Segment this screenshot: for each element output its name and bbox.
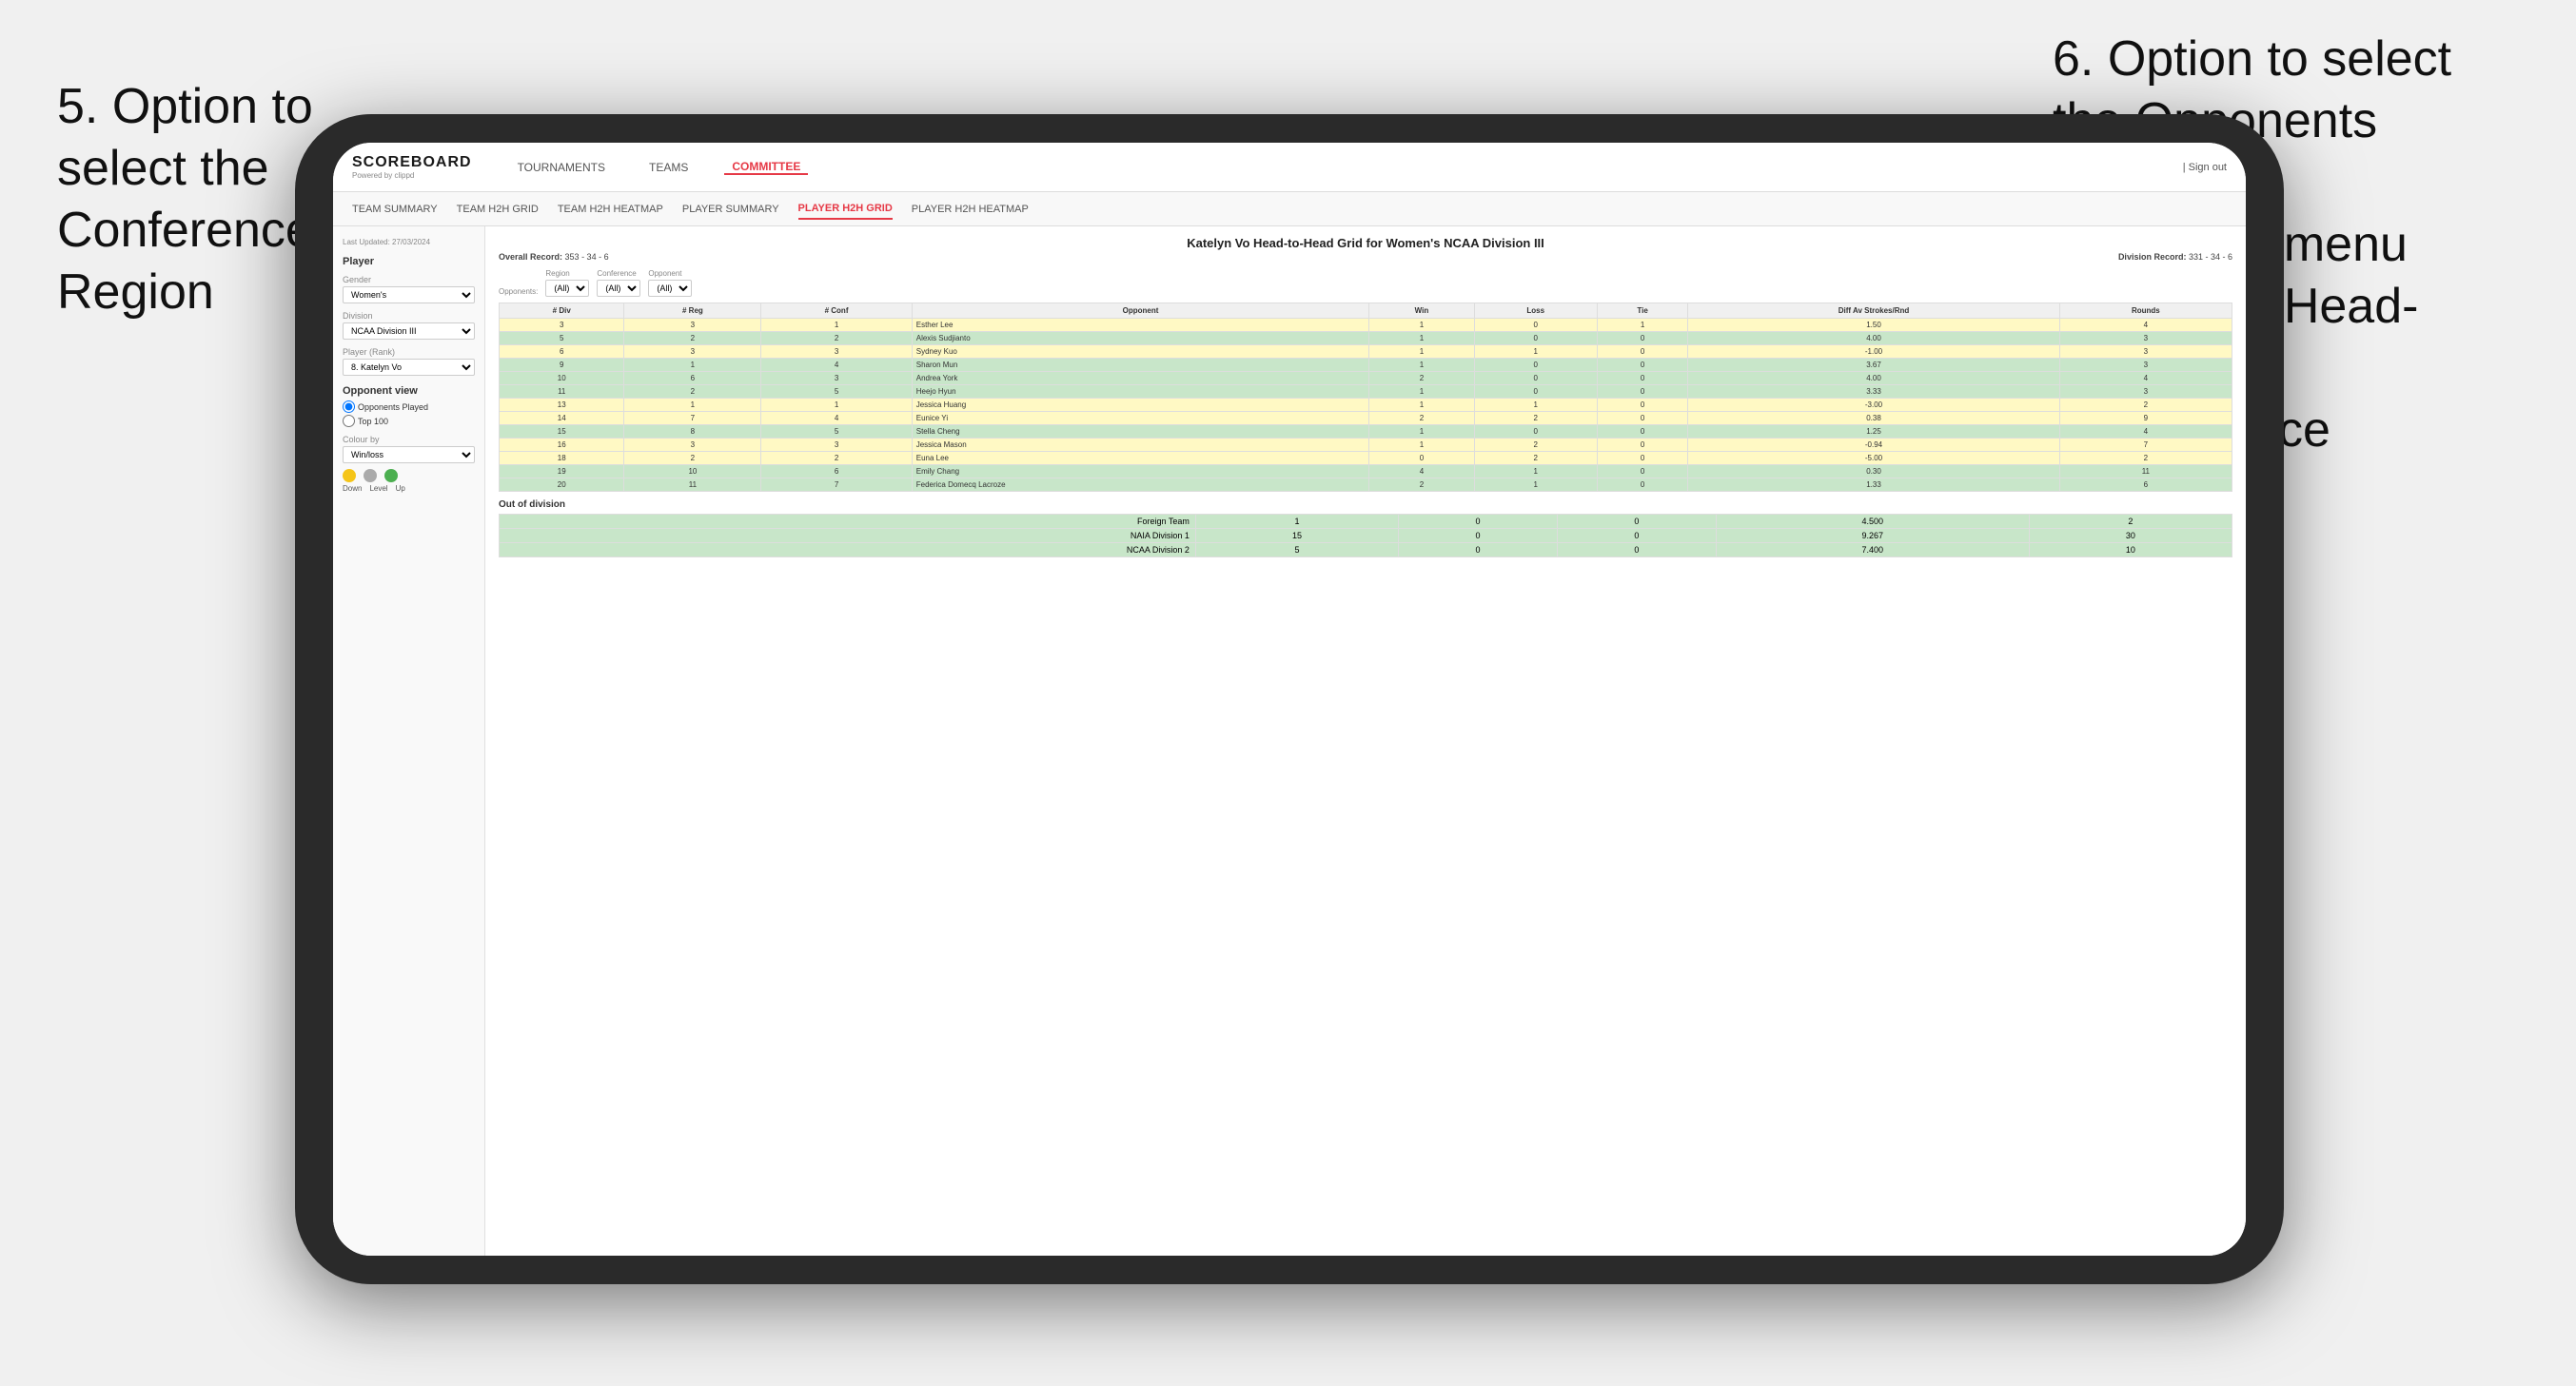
- table-row: 15 8 5 Stella Cheng 1 0 0 1.25 4: [500, 425, 2232, 439]
- gender-select[interactable]: Women's: [343, 286, 475, 303]
- th-div: # Div: [500, 303, 624, 319]
- table-row: 16 3 3 Jessica Mason 1 2 0 -0.94 7: [500, 439, 2232, 452]
- main-content: Last Updated: 27/03/2024 Player Gender W…: [333, 226, 2246, 1256]
- subnav-team-summary[interactable]: TEAM SUMMARY: [352, 200, 438, 219]
- page-title: Katelyn Vo Head-to-Head Grid for Women's…: [499, 236, 2232, 250]
- circle-down: [343, 469, 356, 482]
- player-section-title: Player: [343, 256, 475, 267]
- logo-sub: Powered by clippd: [352, 171, 472, 180]
- records-row: Overall Record: 353 - 34 - 6 Division Re…: [499, 252, 2232, 262]
- th-loss: Loss: [1474, 303, 1597, 319]
- nav-tournaments[interactable]: TOURNAMENTS: [510, 161, 613, 174]
- opponents-label-group: Opponents:: [499, 287, 538, 297]
- filter-row: Opponents: Region (All) Conference (All): [499, 269, 2232, 297]
- table-row: 9 1 4 Sharon Mun 1 0 0 3.67 3: [500, 359, 2232, 372]
- table-row: 13 1 1 Jessica Huang 1 1 0 -3.00 2: [500, 399, 2232, 412]
- table-row: 18 2 2 Euna Lee 0 2 0 -5.00 2: [500, 452, 2232, 465]
- table-row: 10 6 3 Andrea York 2 0 0 4.00 4: [500, 372, 2232, 385]
- app-header: SCOREBOARD Powered by clippd TOURNAMENTS…: [333, 143, 2246, 192]
- tablet-frame: SCOREBOARD Powered by clippd TOURNAMENTS…: [295, 114, 2284, 1284]
- list-item: NAIA Division 1 15 0 0 9.267 30: [500, 529, 2232, 543]
- table-row: 14 7 4 Eunice Yi 2 2 0 0.38 9: [500, 412, 2232, 425]
- circle-level: [364, 469, 377, 482]
- radio-top100[interactable]: Top 100: [343, 415, 475, 427]
- out-division-table: Foreign Team 1 0 0 4.500 2 NAIA Division…: [499, 514, 2232, 557]
- subnav-player-h2h-grid[interactable]: PLAYER H2H GRID: [798, 199, 893, 220]
- division-label: Division: [343, 311, 475, 321]
- th-diff: Diff Av Strokes/Rnd: [1688, 303, 2059, 319]
- th-win: Win: [1369, 303, 1474, 319]
- subnav-player-summary[interactable]: PLAYER SUMMARY: [682, 200, 779, 219]
- opponent-filter-group: Opponent (All): [648, 269, 692, 297]
- list-item: Foreign Team 1 0 0 4.500 2: [500, 515, 2232, 529]
- sub-nav: TEAM SUMMARY TEAM H2H GRID TEAM H2H HEAT…: [333, 192, 2246, 226]
- table-row: 3 3 1 Esther Lee 1 0 1 1.50 4: [500, 319, 2232, 332]
- colour-by-select[interactable]: Win/loss: [343, 446, 475, 463]
- opponents-label: Opponents:: [499, 287, 538, 296]
- logo-area: SCOREBOARD Powered by clippd: [352, 154, 472, 180]
- subnav-player-h2h-heatmap[interactable]: PLAYER H2H HEATMAP: [912, 200, 1029, 219]
- circles-row: [343, 469, 475, 482]
- nav-committee[interactable]: COMMITTEE: [724, 160, 808, 175]
- colour-by-label: Colour by: [343, 435, 475, 444]
- list-item: NCAA Division 2 5 0 0 7.400 10: [500, 543, 2232, 557]
- th-opponent: Opponent: [912, 303, 1369, 319]
- main-table: # Div # Reg # Conf Opponent Win Loss Tie…: [499, 303, 2232, 492]
- opponent-view-label: Opponent view: [343, 385, 475, 397]
- out-division-title: Out of division: [499, 499, 2232, 510]
- sidebar: Last Updated: 27/03/2024 Player Gender W…: [333, 226, 485, 1256]
- region-filter-select[interactable]: (All): [545, 280, 589, 297]
- division-select[interactable]: NCAA Division III: [343, 322, 475, 340]
- tablet-screen: SCOREBOARD Powered by clippd TOURNAMENTS…: [333, 143, 2246, 1256]
- circles-labels: Down Level Up: [343, 484, 475, 493]
- opponent-label: Opponent: [648, 269, 692, 278]
- opponent-filter-select[interactable]: (All): [648, 280, 692, 297]
- conference-label: Conference: [597, 269, 640, 278]
- table-row: 19 10 6 Emily Chang 4 1 0 0.30 11: [500, 465, 2232, 478]
- table-row: 6 3 3 Sydney Kuo 1 1 0 -1.00 3: [500, 345, 2232, 359]
- player-rank-select[interactable]: 8. Katelyn Vo: [343, 359, 475, 376]
- table-row: 20 11 7 Federica Domecq Lacroze 2 1 0 1.…: [500, 478, 2232, 492]
- th-tie: Tie: [1597, 303, 1687, 319]
- conference-filter-select[interactable]: (All): [597, 280, 640, 297]
- table-row: 11 2 5 Heejo Hyun 1 0 0 3.33 3: [500, 385, 2232, 399]
- data-area: Katelyn Vo Head-to-Head Grid for Women's…: [485, 226, 2246, 1256]
- circle-up: [384, 469, 398, 482]
- th-rounds: Rounds: [2059, 303, 2232, 319]
- gender-label: Gender: [343, 275, 475, 284]
- th-reg: # Reg: [624, 303, 761, 319]
- player-rank-label: Player (Rank): [343, 347, 475, 357]
- table-row: 5 2 2 Alexis Sudjianto 1 0 0 4.00 3: [500, 332, 2232, 345]
- radio-opponents-played[interactable]: Opponents Played: [343, 400, 475, 413]
- last-updated-label: Last Updated: 27/03/2024: [343, 238, 475, 246]
- nav-teams[interactable]: TEAMS: [641, 161, 696, 174]
- region-filter-group: Region (All): [545, 269, 589, 297]
- conference-filter-group: Conference (All): [597, 269, 640, 297]
- subnav-team-h2h-grid[interactable]: TEAM H2H GRID: [457, 200, 539, 219]
- region-label: Region: [545, 269, 589, 278]
- th-conf: # Conf: [761, 303, 912, 319]
- sign-out[interactable]: | Sign out: [2183, 162, 2227, 173]
- logo-text: SCOREBOARD: [352, 154, 472, 171]
- subnav-team-h2h-heatmap[interactable]: TEAM H2H HEATMAP: [558, 200, 663, 219]
